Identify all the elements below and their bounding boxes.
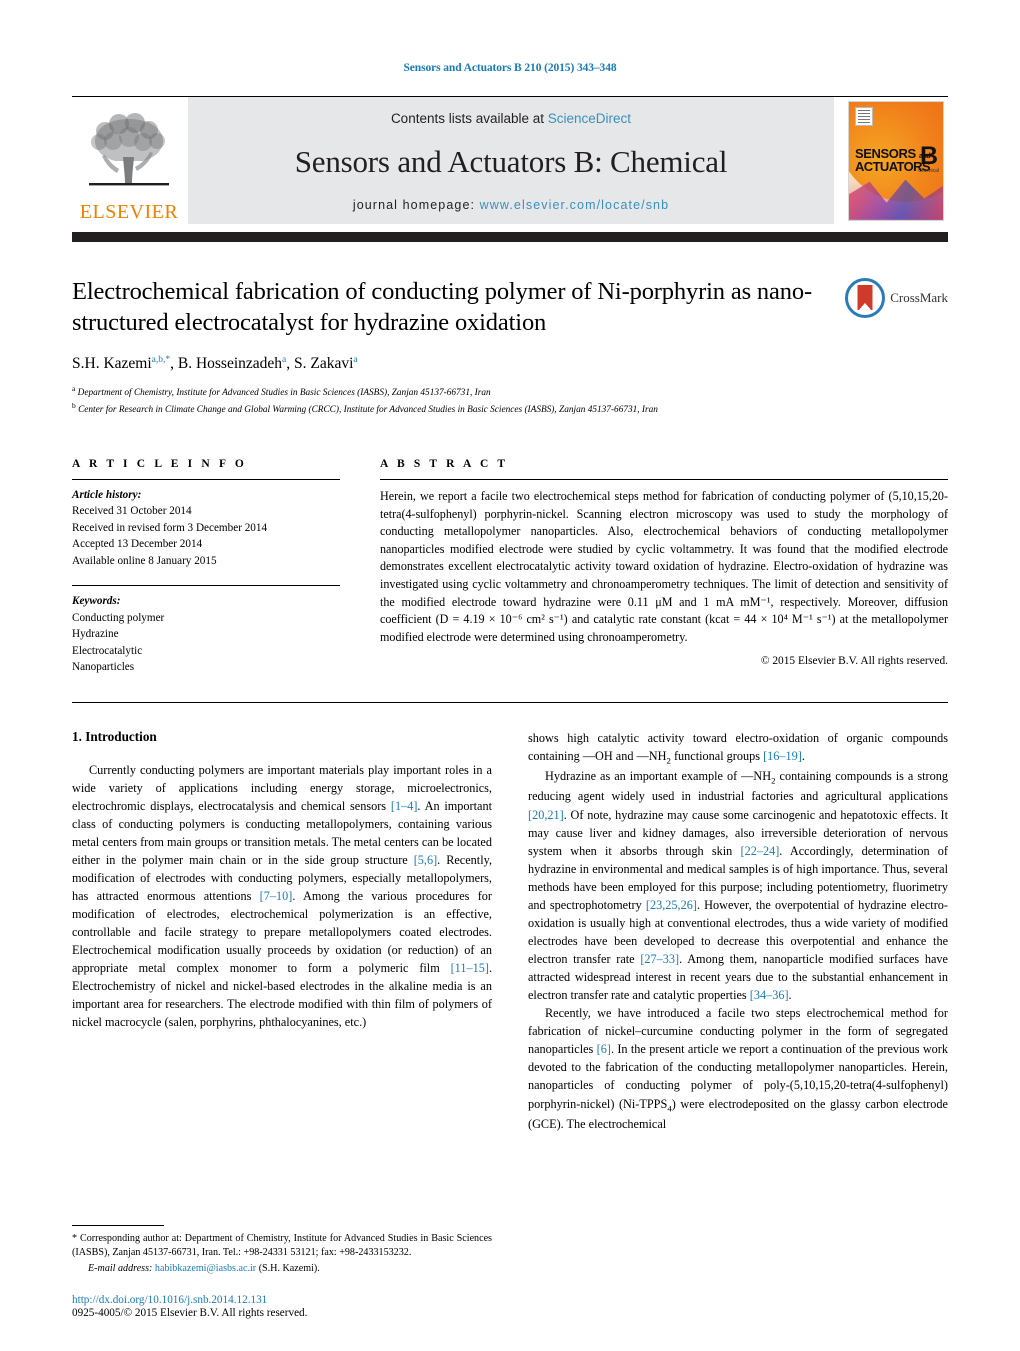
body-left-column: 1. Introduction Currently conducting pol… — [72, 729, 492, 1319]
keyword-item: Conducting polymer — [72, 611, 165, 624]
body-right-column: shows high catalytic activity toward ele… — [528, 729, 948, 1319]
author-affil-marker: a — [282, 354, 287, 365]
section-heading-introduction: 1. Introduction — [72, 728, 157, 744]
cover-elsevier-mark-icon — [855, 106, 873, 126]
corresponding-author-note: * Corresponding author at: Department of… — [72, 1232, 492, 1258]
journal-cover-thumbnail: SENSORS and ACTUATORS B Chemical — [848, 100, 944, 221]
article-info-column: A R T I C L E I N F O Article history: R… — [72, 458, 340, 676]
article-history-block: Article history: Received 31 October 201… — [72, 487, 340, 569]
keyword-item: Nanoparticles — [72, 661, 135, 674]
journal-title: Sensors and Actuators B: Chemical — [294, 144, 728, 179]
doi-block: http://dx.doi.org/10.1016/j.snb.2014.12.… — [72, 1294, 492, 1319]
crossmark-badge[interactable]: CrossMark — [844, 276, 948, 318]
article-history-label: Article history: — [72, 489, 142, 501]
author-affil-marker: a — [353, 354, 358, 365]
intro-paragraph-left-1: Currently conducting polymers are import… — [72, 762, 493, 1030]
intro-paragraph-right-2: Hydrazine as an important example of —NH… — [528, 769, 949, 1003]
issn-copyright-line: 0925-4005/© 2015 Elsevier B.V. All right… — [72, 1306, 308, 1319]
article-info-heading: A R T I C L E I N F O — [72, 458, 247, 470]
affiliation-a-text: Department of Chemistry, Institute for A… — [77, 387, 491, 398]
abstract-copyright: © 2015 Elsevier B.V. All rights reserved… — [760, 655, 948, 668]
cover-volume-letter: B — [919, 141, 938, 170]
email-suffix: (S.H. Kazemi). — [258, 1263, 320, 1275]
footnote-rule — [72, 1224, 164, 1226]
body-two-column-layout: 1. Introduction Currently conducting pol… — [72, 729, 948, 1319]
abstract-heading: A B S T R A C T — [380, 458, 509, 470]
affiliation-b: b Center for Research in Climate Change … — [72, 401, 832, 418]
keywords-rule — [72, 585, 340, 587]
journal-homepage-link[interactable]: www.elsevier.com/locate/snb — [480, 198, 670, 212]
affil-marker-b: b — [72, 401, 76, 411]
sciencedirect-link[interactable]: ScienceDirect — [548, 111, 631, 126]
elsevier-logo: ELSEVIER — [72, 97, 186, 224]
keywords-label: Keywords: — [72, 595, 121, 608]
author-list: S.H. Kazemia,b,*, B. Hosseinzadeha, S. Z… — [72, 354, 358, 372]
title-block: Electrochemical fabrication of conductin… — [72, 276, 948, 418]
journal-cover-thumbnail-container: SENSORS and ACTUATORS B Chemical — [844, 97, 948, 224]
abstract-column: A B S T R A C T Herein, we report a faci… — [380, 458, 948, 676]
keyword-item: Hydrazine — [72, 628, 119, 641]
abstract-rule — [380, 479, 948, 480]
masthead-center-panel: Contents lists available at ScienceDirec… — [188, 97, 834, 224]
crossmark-label: CrossMark — [890, 290, 948, 305]
intro-paragraph-right-3: Recently, we have introduced a facile tw… — [528, 1006, 948, 1131]
keyword-item: Electrocatalytic — [72, 644, 143, 657]
crossmark-icon — [845, 278, 886, 318]
history-item: Accepted 13 December 2014 — [72, 538, 203, 551]
author-affil-marker: a,b,* — [151, 354, 171, 365]
contents-available-line: Contents lists available at ScienceDirec… — [391, 111, 631, 126]
doi-link[interactable]: http://dx.doi.org/10.1016/j.snb.2014.12.… — [72, 1294, 492, 1306]
journal-homepage-line: journal homepage: www.elsevier.com/locat… — [353, 198, 669, 212]
abstract-text: Herein, we report a facile two electroch… — [380, 489, 948, 644]
elsevier-tree-icon — [83, 111, 175, 201]
journal-article-page: Sensors and Actuators B 210 (2015) 343–3… — [0, 0, 1020, 1351]
affiliation-b-text: Center for Research in Climate Change an… — [78, 405, 658, 416]
history-item: Received in revised form 3 December 2014 — [72, 521, 268, 534]
homepage-prefix: journal homepage: — [352, 198, 480, 212]
history-item: Received 31 October 2014 — [72, 505, 192, 518]
email-note: E-mail address: habibkazemi@iasbs.ac.ir … — [72, 1262, 492, 1276]
footnote-block: * Corresponding author at: Department of… — [72, 1224, 492, 1319]
elsevier-wordmark: ELSEVIER — [79, 201, 179, 223]
abstract-bottom-rule — [72, 701, 948, 703]
journal-masthead: ELSEVIER Contents lists available at Sci… — [72, 96, 948, 224]
page-title: Electrochemical fabrication of conductin… — [72, 278, 812, 337]
affiliation-a: a Department of Chemistry, Institute for… — [72, 384, 832, 401]
affil-marker-a: a — [72, 383, 76, 393]
title-left-column: Electrochemical fabrication of conductin… — [72, 276, 844, 418]
running-head-citation: Sensors and Actuators B 210 (2015) 343–3… — [403, 62, 617, 74]
keywords-block: Keywords: Conducting polymer Hydrazine E… — [72, 593, 340, 675]
email-link[interactable]: habibkazemi@iasbs.ac.ir — [155, 1263, 256, 1274]
contents-prefix: Contents lists available at — [390, 111, 548, 126]
history-item: Available online 8 January 2015 — [72, 554, 217, 567]
intro-paragraph-right-1: shows high catalytic activity toward ele… — [528, 730, 948, 766]
cover-volume-sub: Chemical — [918, 167, 939, 174]
article-info-rule — [72, 479, 340, 480]
info-abstract-row: A R T I C L E I N F O Article history: R… — [72, 458, 948, 676]
email-label: E-mail address: — [88, 1263, 153, 1275]
masthead-thick-rule — [72, 232, 948, 242]
